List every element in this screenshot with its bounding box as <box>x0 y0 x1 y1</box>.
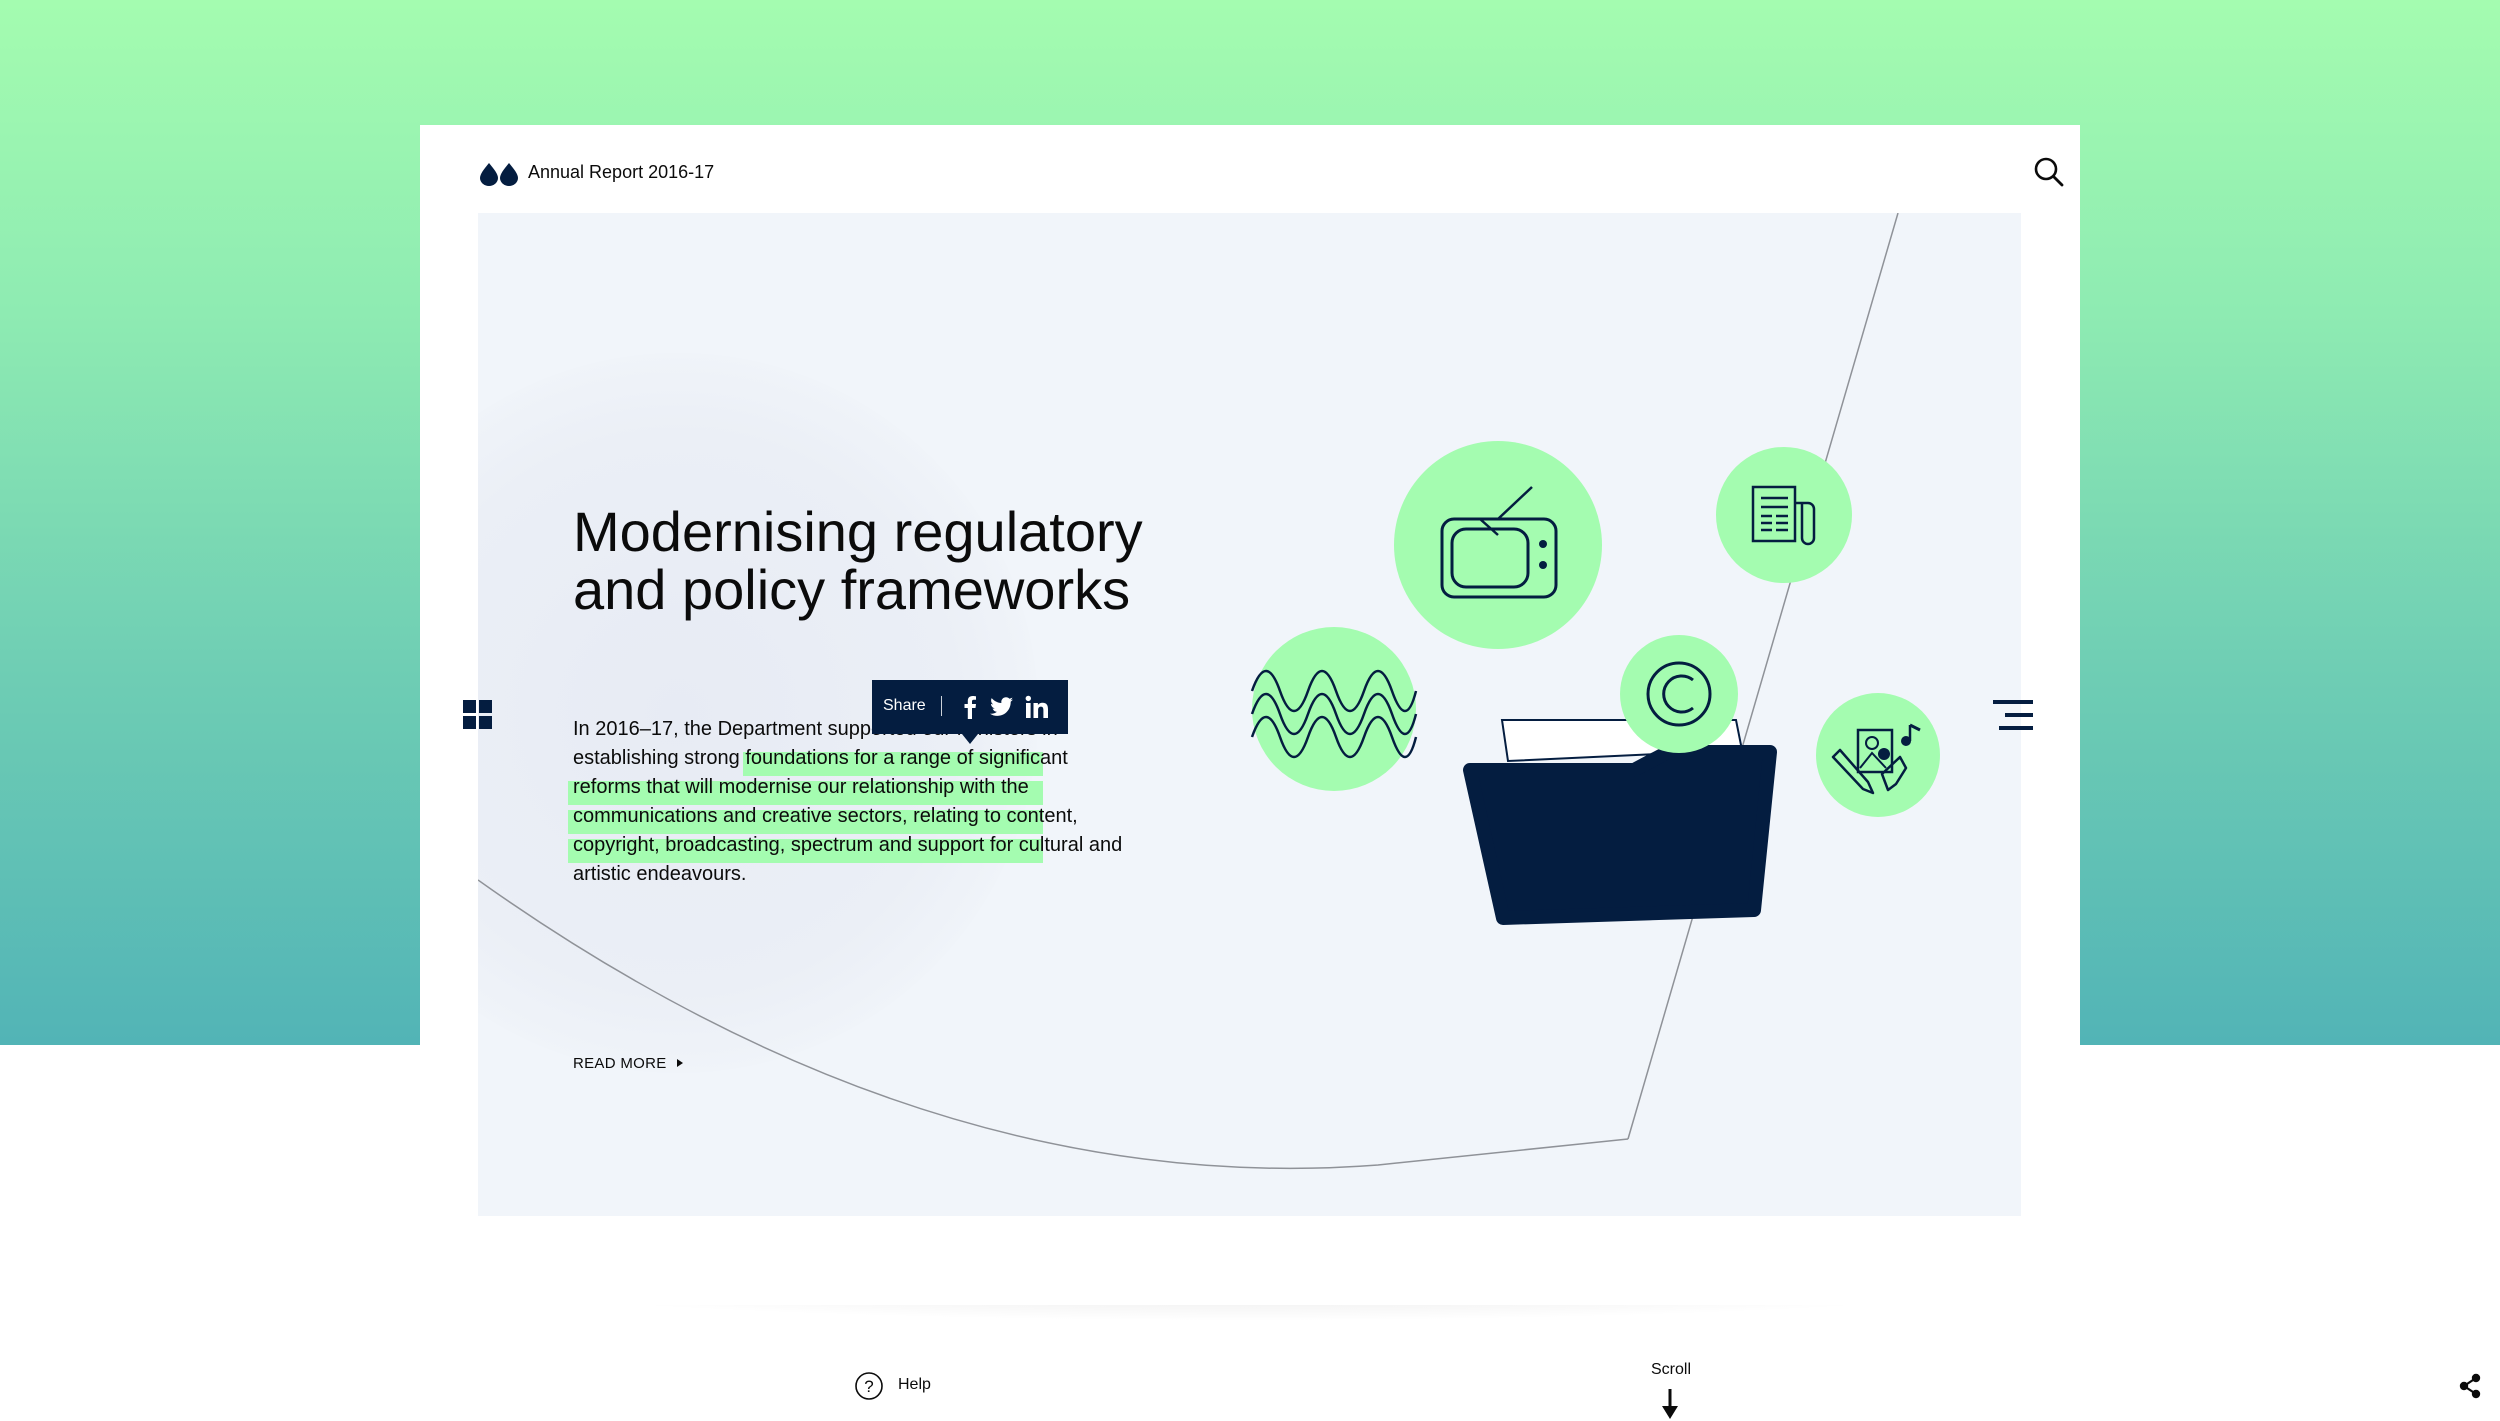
help-icon[interactable]: ? <box>854 1371 884 1401</box>
read-more-link[interactable]: READ MORE <box>573 1055 683 1072</box>
popover-pointer <box>962 734 978 744</box>
sound-wave-icon <box>1250 627 1418 791</box>
help-label: Help <box>898 1376 931 1393</box>
folder-icon <box>1463 719 1777 925</box>
arts-icon <box>1816 693 1940 817</box>
facebook-icon[interactable] <box>957 694 983 720</box>
linkedin-icon[interactable] <box>1024 694 1050 720</box>
newspaper-icon <box>1716 447 1852 583</box>
app-title: Annual Report 2016-17 <box>528 162 715 182</box>
search-icon[interactable] <box>2032 155 2066 189</box>
tv-icon <box>1394 441 1602 649</box>
share-popover: Share <box>872 680 1068 744</box>
section-body[interactable]: In 2016–17, the Department supported our… <box>573 715 1133 889</box>
menu-icon[interactable] <box>1993 698 2035 732</box>
copyright-icon <box>1620 635 1738 753</box>
scroll-label: Scroll <box>1651 1361 1692 1378</box>
svg-text:?: ? <box>864 1377 873 1396</box>
arrow-down-icon[interactable] <box>1660 1387 1680 1421</box>
section-title: Modernising regulatory and policy framew… <box>573 500 1143 621</box>
read-more-label: READ MORE <box>573 1055 667 1072</box>
hero-panel: Modernising regulatory and policy framew… <box>478 213 2021 1216</box>
drops-logo-icon[interactable] <box>478 160 520 186</box>
share-icon[interactable] <box>2455 1371 2485 1401</box>
play-arrow-icon <box>676 1059 683 1067</box>
grid-icon[interactable] <box>463 700 493 730</box>
twitter-icon[interactable] <box>989 694 1015 720</box>
divider <box>941 696 942 716</box>
share-label: Share <box>883 697 926 714</box>
